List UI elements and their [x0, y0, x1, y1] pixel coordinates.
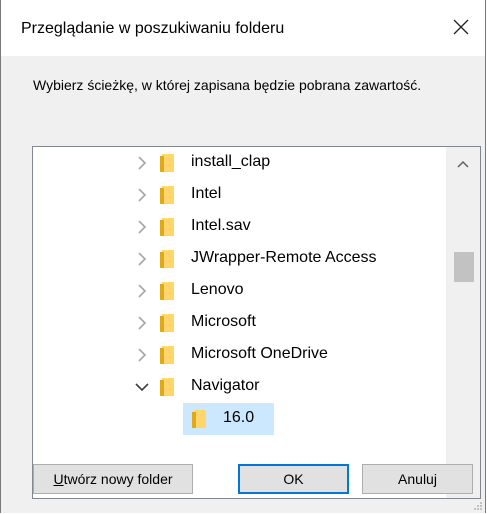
tree-item[interactable]: Microsoft: [33, 307, 445, 339]
tree-item[interactable]: 16.0: [33, 403, 445, 435]
close-button[interactable]: [443, 10, 479, 46]
folder-tree[interactable]: install_clap Intel Intel.sav JWrapper-Remot…: [32, 146, 481, 499]
vertical-scrollbar[interactable]: [446, 147, 480, 498]
folder-icon: [159, 313, 175, 333]
new-folder-label-rest: twórz nowy folder: [63, 471, 173, 487]
folder-icon: [159, 249, 175, 269]
chevron-down-icon[interactable]: [133, 378, 151, 396]
folder-icon: [159, 345, 175, 365]
tree-item-label: Intel: [191, 185, 222, 202]
folder-icon: [159, 217, 175, 237]
chevron-right-icon[interactable]: [133, 314, 151, 332]
tree-item-label: Microsoft OneDrive: [191, 345, 328, 362]
chevron-right-icon[interactable]: [133, 346, 151, 364]
tree-item[interactable]: Intel: [33, 179, 445, 211]
folder-icon: [159, 281, 175, 301]
tree-item-label: JWrapper-Remote Access: [191, 249, 377, 266]
cancel-button[interactable]: Anuluj: [362, 464, 473, 494]
dialog-content: Wybierz ścieżkę, w której zapisana będzi…: [1, 56, 485, 513]
folder-icon: [191, 409, 207, 429]
instruction-text: Wybierz ścieżkę, w której zapisana będzi…: [33, 77, 422, 93]
title-bar: Przeglądanie w poszukiwaniu folderu: [1, 0, 485, 56]
scrollbar-thumb[interactable]: [454, 252, 474, 282]
ok-button[interactable]: OK: [238, 464, 349, 494]
new-folder-access-key: U: [53, 471, 64, 487]
new-folder-button[interactable]: Utwórz nowy folder: [33, 464, 193, 494]
tree-item[interactable]: Lenovo: [33, 275, 445, 307]
chevron-up-icon: [457, 155, 469, 171]
folder-icon: [159, 153, 175, 173]
chevron-right-icon[interactable]: [133, 186, 151, 204]
tree-item-label: Navigator: [191, 377, 260, 394]
dialog-title: Przeglądanie w poszukiwaniu folderu: [21, 20, 285, 37]
tree-item-label: Lenovo: [191, 281, 244, 298]
chevron-right-icon[interactable]: [133, 218, 151, 236]
tree-item-label: Intel.sav: [191, 217, 251, 234]
scroll-up-button[interactable]: [446, 147, 480, 179]
resize-grip-icon[interactable]: [473, 501, 483, 511]
chevron-right-icon[interactable]: [133, 250, 151, 268]
tree-item[interactable]: Navigator: [33, 371, 445, 403]
tree-item[interactable]: JWrapper-Remote Access: [33, 243, 445, 275]
browse-folder-dialog: Przeglądanie w poszukiwaniu folderu Wybi…: [0, 0, 486, 513]
tree-item[interactable]: Microsoft OneDrive: [33, 339, 445, 371]
tree-item[interactable]: install_clap: [33, 147, 445, 179]
chevron-right-icon[interactable]: [133, 154, 151, 172]
chevron-right-icon[interactable]: [133, 282, 151, 300]
tree-item-label: 16.0: [223, 409, 255, 426]
close-icon: [453, 14, 469, 42]
folder-icon: [159, 377, 175, 397]
tree-item-label: Microsoft: [191, 313, 256, 330]
folder-icon: [159, 185, 175, 205]
tree-item[interactable]: Intel.sav: [33, 211, 445, 243]
tree-item-label: install_clap: [191, 153, 271, 170]
